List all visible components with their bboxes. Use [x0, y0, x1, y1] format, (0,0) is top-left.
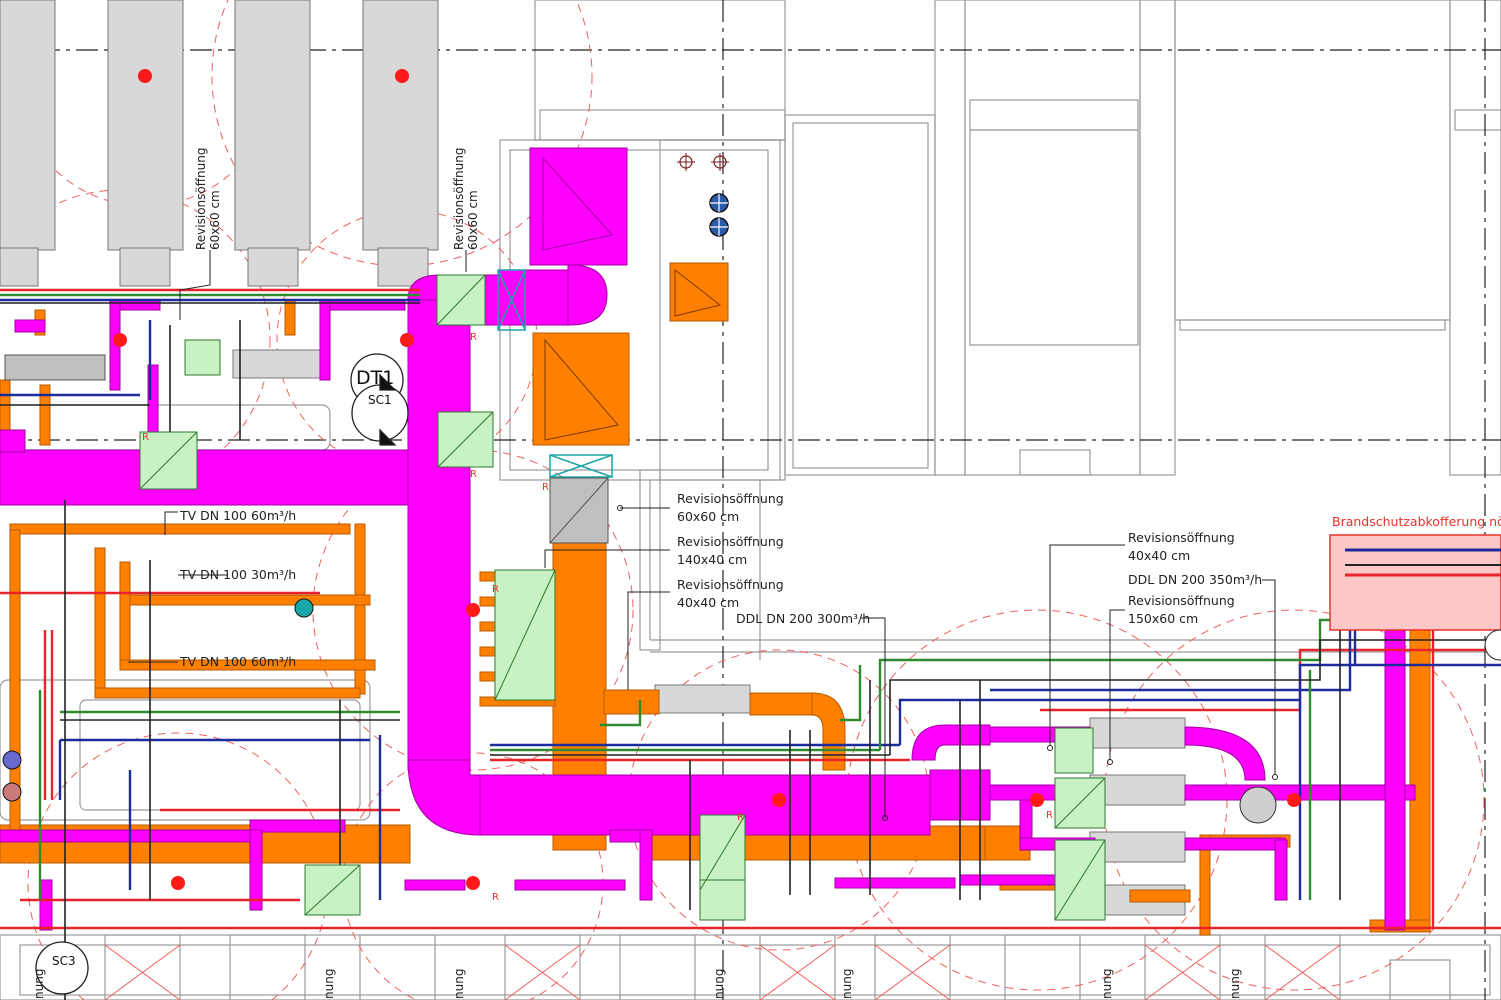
annotation-title: DDL DN 200 350m³/h: [1128, 572, 1263, 587]
annotation: Revisionsöffnung 150x60 cm: [1128, 593, 1235, 626]
vertical-annotation: nung: [712, 968, 726, 999]
annotation-title: Revisionsöffnung: [452, 147, 466, 250]
duct-marker: R: [1046, 810, 1053, 821]
annotation-title: DDL DN 200 300m³/h: [736, 611, 871, 626]
vertical-annotation: Revisionsöffnung 60x60 cm: [452, 148, 480, 250]
vertical-annotation: nung: [840, 968, 854, 999]
annotation-title: Revisionsöffnung: [194, 147, 208, 250]
annotation-title: Revisionsöffnung: [1128, 593, 1235, 608]
vertical-annotation: nung: [322, 968, 336, 999]
annotation-title: Revisionsöffnung: [677, 534, 784, 549]
annotation-size: 60x60 cm: [208, 190, 222, 250]
annotation-size: 40x40 cm: [677, 595, 740, 610]
duct-marker: R: [737, 812, 744, 823]
annotation-title: TV DN 100 30m³/h: [180, 567, 297, 582]
duct-marker: R: [492, 584, 499, 595]
annotation-size: 60x60 cm: [466, 190, 480, 250]
vertical-annotation: nung: [1100, 968, 1114, 999]
annotation-size: 140x40 cm: [677, 552, 748, 567]
fire-protection-label: Brandschutzabkofferung nö: [1332, 514, 1501, 529]
duct-marker: R: [142, 432, 149, 443]
duct-marker: R: [542, 482, 549, 493]
annotation-title: Revisionsöffnung: [677, 491, 784, 506]
tag-sc3: SC3: [52, 954, 76, 968]
annotation-title: Revisionsöffnung: [1128, 530, 1235, 545]
vertical-annotation: nung: [32, 968, 46, 999]
vertical-annotation: Revisionsöffnung 60x60 cm: [194, 148, 222, 250]
annotation-size: 150x60 cm: [1128, 611, 1199, 626]
annotation-title: Revisionsöffnung: [677, 577, 784, 592]
vertical-annotation: nung: [1228, 968, 1242, 999]
fire-protection-enclosure: [1329, 534, 1501, 631]
duct-marker: R: [470, 332, 477, 343]
vertical-annotation: nung: [452, 968, 466, 999]
annotation: Revisionsöffnung 40x40 cm: [677, 577, 784, 610]
tag-dt1: DT1: [356, 367, 395, 389]
annotation-title: TV DN 100 60m³/h: [180, 508, 297, 523]
annotation: Revisionsöffnung 60x60 cm: [677, 491, 784, 524]
duct-marker: R: [470, 469, 477, 480]
annotation: Revisionsöffnung 140x40 cm: [677, 534, 784, 567]
tag-sc1: SC1: [368, 393, 392, 407]
annotation-size: 60x60 cm: [677, 509, 740, 524]
annotation-title: TV DN 100 60m³/h: [180, 654, 297, 669]
annotation: Revisionsöffnung 40x40 cm: [1128, 530, 1235, 563]
grey-duct: [4, 354, 609, 544]
duct-marker: R: [492, 892, 499, 903]
annotation-size: 40x40 cm: [1128, 548, 1191, 563]
